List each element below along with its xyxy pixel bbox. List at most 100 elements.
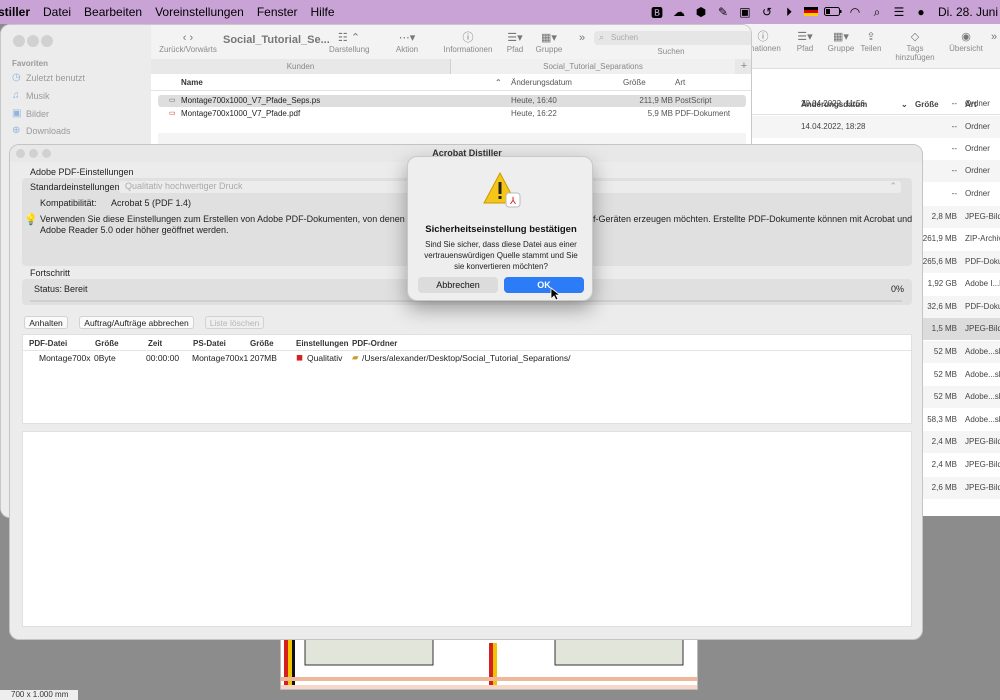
row-kind: JPEG-Bild — [965, 324, 1000, 333]
info-button-left[interactable]: ⓘ Informationen — [443, 31, 493, 54]
zoom-button[interactable] — [42, 149, 51, 158]
menu-app-name[interactable]: stiller — [0, 5, 30, 19]
path-icon: ☰▾ — [797, 31, 813, 43]
table-row[interactable]: 14.04.2022, 18:28 -- Ordner — [743, 116, 1000, 138]
menu-fenster[interactable]: Fenster — [257, 5, 298, 19]
column-size[interactable]: Größe — [623, 78, 646, 87]
sidebar-header-favorites: Favoriten — [12, 59, 49, 68]
group-button-left[interactable]: ▦▾ Gruppe — [533, 31, 565, 54]
menu-datei[interactable]: Datei — [43, 5, 71, 19]
search-field[interactable]: ⌕ Suchen — [594, 31, 751, 45]
tab-social-tutorial[interactable]: Social_Tutorial_Separations — [451, 59, 735, 74]
finder-toolbar: ‹ › Zurück/Vorwärts Social_Tutorial_Se...… — [151, 25, 751, 59]
search-icon[interactable]: ⌕ — [866, 5, 888, 20]
pen-icon[interactable]: ✎ — [712, 5, 734, 19]
clear-list-button[interactable]: Liste löschen — [205, 316, 264, 329]
folder-icon: ▰ — [352, 352, 359, 362]
minimize-button[interactable] — [29, 149, 38, 158]
cube-icon[interactable]: ⬢ — [690, 5, 712, 19]
pause-button[interactable]: Anhalten — [24, 316, 68, 329]
row-kind: JPEG-Bild — [965, 483, 1000, 492]
progress-percent: 0% — [890, 284, 904, 294]
tab-kunden[interactable]: Kunden — [151, 59, 451, 74]
row-kind: JPEG-Bild — [965, 460, 1000, 469]
col-pdf-folder: PDF-Ordner — [352, 339, 398, 348]
table-row[interactable]: 20.04.2022, 11:56 -- Ordner — [743, 93, 1000, 115]
menu-clock[interactable]: Di. 28. Juni — [938, 5, 998, 19]
progress-header: Fortschritt — [30, 268, 71, 278]
finder-right-toolbar: ⓘ rmationen ☰▾ Pfad ▦▾ Gruppe ⇪ Teilen ◇ Tags… — [743, 24, 1000, 69]
window-title: Social_Tutorial_Se... — [223, 34, 330, 46]
column-date[interactable]: Änderungsdatum — [511, 78, 572, 87]
col-settings: Einstellungen — [296, 339, 349, 348]
history-icon[interactable]: ↺ — [756, 5, 778, 19]
picture-icon: ▣ — [12, 108, 22, 119]
sidebar-item-music[interactable]: ♫ Musik — [12, 90, 50, 101]
action-button[interactable]: ⋯▾ Aktion — [391, 31, 423, 54]
close-button[interactable] — [13, 35, 25, 47]
sidebar-item-recent[interactable]: ◷ Zuletzt benutzt — [12, 72, 85, 83]
column-name[interactable]: Name — [181, 78, 203, 87]
close-button[interactable] — [16, 149, 25, 158]
german-flag-icon[interactable] — [800, 5, 822, 19]
more-toolbar-icon[interactable]: » — [987, 30, 1000, 44]
list-view-icon: ☷ ⌃ — [337, 32, 361, 44]
row-size: -- — [951, 122, 957, 131]
chevron-updown-icon: ⌃ — [889, 181, 897, 191]
control-center-icon[interactable]: ☰ — [888, 5, 910, 19]
row-kind: Ordner — [965, 144, 990, 153]
pdf-file-icon: ▭ — [169, 110, 176, 117]
quicklook-button[interactable]: ◉ Übersicht — [948, 30, 984, 53]
more-toolbar-icon[interactable]: » — [575, 31, 589, 45]
search-placeholder: Suchen — [611, 33, 639, 42]
size-label: 700 x 1.000 mm — [0, 690, 78, 700]
settings-header: Adobe PDF-Einstellungen — [30, 167, 134, 177]
group-button[interactable]: ▦▾ Gruppe — [825, 30, 857, 53]
view-button[interactable]: ☷ ⌃ Darstellung — [329, 31, 369, 54]
menu-hilfe[interactable]: Hilfe — [311, 5, 335, 19]
file-row[interactable]: ▭ Montage700x1000_V7_Pfade.pdf Heute, 16… — [158, 108, 746, 120]
display-icon[interactable]: ▣ — [734, 5, 756, 19]
battery-icon[interactable] — [822, 5, 844, 19]
menu-voreinstellungen[interactable]: Voreinstellungen — [155, 5, 244, 19]
new-tab-button[interactable]: + — [735, 59, 751, 74]
ellipsis-icon: ⋯▾ — [398, 32, 416, 44]
zoom-button[interactable] — [41, 35, 53, 47]
play-icon[interactable]: ⏵ — [778, 5, 800, 20]
wifi-icon[interactable]: ◠ — [844, 5, 866, 19]
dialog-message: Sind Sie sicher, dass diese Datei aus ei… — [424, 240, 578, 271]
table-row[interactable]: Montage700x 0Byte 00:00:00 Montage700x1 … — [23, 350, 911, 366]
tags-button[interactable]: ◇ Tags hinzufügen — [886, 30, 944, 62]
column-kind[interactable]: Art — [675, 78, 685, 87]
creative-cloud-icon[interactable]: ☁ — [668, 5, 690, 19]
compat-value: Acrobat 5 (PDF 1.4) — [111, 198, 192, 208]
path-button-left[interactable]: ☰▾ Pfad — [501, 31, 529, 54]
row-kind: ZIP-Archiv — [965, 234, 1000, 243]
clock-icon: ◷ — [12, 72, 21, 83]
status-value: Bereit — [64, 284, 88, 294]
pdf-settings-icon: ◼ — [296, 352, 304, 362]
back-forward-button[interactable]: ‹ › Zurück/Vorwärts — [159, 31, 217, 54]
cancel-jobs-button[interactable]: Auftrag/Aufträge abbrechen — [79, 316, 194, 329]
minimize-button[interactable] — [27, 35, 39, 47]
group-icon: ▦▾ — [541, 32, 557, 44]
siri-icon[interactable]: ● — [910, 5, 932, 19]
row-kind: Adobe...sh — [965, 370, 1000, 379]
cancel-button[interactable]: Abbrechen — [418, 277, 498, 293]
menu-bearbeiten[interactable]: Bearbeiten — [84, 5, 142, 19]
file-row[interactable]: ▭ Montage700x1000_V7_Pfade_Seps.ps Heute… — [158, 95, 746, 107]
bbedit-icon[interactable]: 🅱 — [646, 4, 668, 21]
sidebar-item-downloads[interactable]: ⊕ Downloads — [12, 125, 71, 136]
path-button[interactable]: ☰▾ Pfad — [791, 30, 819, 53]
share-icon: ⇪ — [866, 31, 876, 43]
row-kind: JPEG-Bild — [965, 212, 1000, 221]
log-area — [22, 431, 912, 627]
share-button[interactable]: ⇪ Teilen — [858, 30, 884, 53]
sort-chevron-icon: ⌃ — [495, 78, 502, 87]
ok-button[interactable]: OK — [504, 277, 584, 293]
download-icon: ⊕ — [12, 125, 21, 136]
row-size: -- — [951, 99, 957, 108]
row-kind: PDF-Doku — [965, 302, 1000, 311]
sidebar-item-pictures[interactable]: ▣ Bilder — [12, 108, 49, 119]
compat-label: Kompatibilität: — [40, 198, 97, 208]
